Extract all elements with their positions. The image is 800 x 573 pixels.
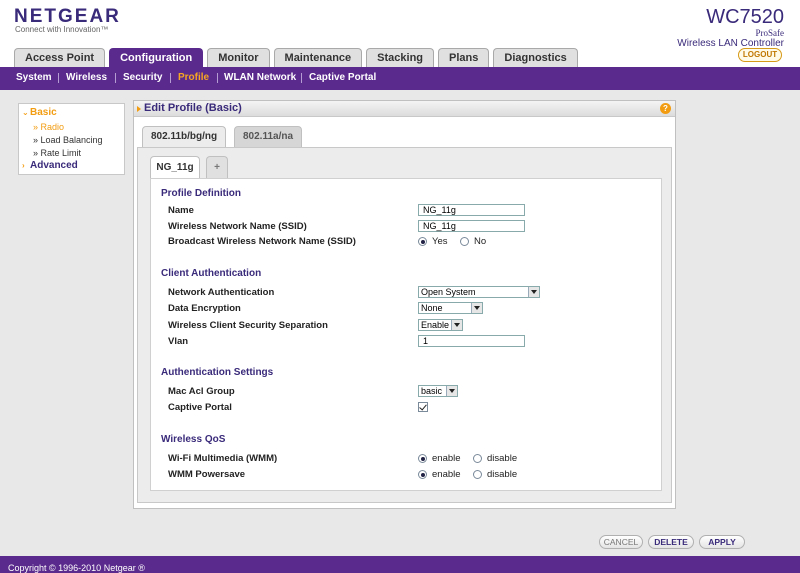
left-navigation: ⌄Basic » Radio » Load Balancing » Rate L… <box>18 103 125 175</box>
model-name: WC7520 <box>706 6 784 28</box>
section-wireless-qos: Wireless QoS <box>161 434 226 445</box>
subnav-captive-portal[interactable]: Captive Portal <box>309 72 376 83</box>
subnav-divider <box>170 73 171 83</box>
logo-tagline: Connect with Innovation™ <box>15 25 109 34</box>
network-auth-value: Open System <box>421 287 476 297</box>
tab-diagnostics[interactable]: Diagnostics <box>493 48 578 67</box>
captive-portal-label: Captive Portal <box>168 402 232 413</box>
panel-title-bar: Edit Profile (Basic) ? <box>134 101 675 117</box>
leftnav-advanced[interactable]: › Advanced <box>22 160 78 171</box>
tab-802-11a-na[interactable]: 802.11a/na <box>234 126 303 147</box>
tab-802-11b-bg-ng[interactable]: 802.11b/bg/ng <box>142 126 227 147</box>
leftnav-basic[interactable]: ⌄Basic <box>22 107 57 118</box>
tab-access-point[interactable]: Access Point <box>14 48 106 67</box>
subnav-divider <box>217 73 218 83</box>
wmm-enable-label: enable <box>432 453 461 464</box>
apply-button[interactable]: APPLY <box>699 535 745 549</box>
tab-plans[interactable]: Plans <box>438 48 490 67</box>
ssid-label: Wireless Network Name (SSID) <box>168 221 307 232</box>
chevron-down-icon <box>528 287 539 297</box>
section-client-authentication: Client Authentication <box>161 268 262 279</box>
subnav-system[interactable]: System <box>16 72 52 83</box>
wmm-powersave-disable-label: disable <box>487 469 518 480</box>
chevron-down-icon <box>451 320 462 330</box>
subnav-wireless[interactable]: Wireless <box>66 72 107 83</box>
bullet-icon: » <box>33 122 41 132</box>
cancel-button[interactable]: CANCEL <box>599 535 643 549</box>
chevron-down-icon: ⌄ <box>22 108 29 117</box>
captive-portal-checkbox[interactable] <box>418 402 428 412</box>
subnav-profile[interactable]: Profile <box>178 72 209 83</box>
broadcast-no-radio[interactable] <box>460 237 469 246</box>
name-label: Name <box>168 205 194 216</box>
product-line: ProSafe <box>755 28 785 38</box>
panel-title: Edit Profile (Basic) <box>137 102 242 114</box>
data-encryption-select[interactable]: None <box>418 302 483 314</box>
client-separation-value: Enable <box>421 320 450 330</box>
ssid-input[interactable]: NG_11g <box>418 220 525 232</box>
subnav-divider <box>301 73 302 83</box>
leftnav-radio[interactable]: » Radio <box>33 122 64 132</box>
delete-button[interactable]: DELETE <box>648 535 694 549</box>
client-separation-select[interactable]: Enable <box>418 319 463 331</box>
leftnav-rate-limit-label: Rate Limit <box>40 148 82 158</box>
vlan-input[interactable]: 1 <box>418 335 525 347</box>
chevron-down-icon <box>471 303 482 313</box>
leftnav-rate-limit[interactable]: » Rate Limit <box>33 148 81 158</box>
sub-navigation: System Wireless Security Profile WLAN Ne… <box>0 67 800 90</box>
tab-monitor[interactable]: Monitor <box>207 48 270 67</box>
leftnav-advanced-label: Advanced <box>30 160 78 171</box>
bullet-icon: » <box>33 135 41 145</box>
broadcast-no-label: No <box>474 236 487 247</box>
section-authentication-settings: Authentication Settings <box>161 367 274 378</box>
mac-acl-group-select[interactable]: basic <box>418 385 458 397</box>
vlan-label: Vlan <box>168 336 189 347</box>
mac-acl-group-label: Mac Acl Group <box>168 386 235 397</box>
wmm-disable-label: disable <box>487 453 518 464</box>
wmm-powersave-enable-label: enable <box>432 469 461 480</box>
network-auth-select[interactable]: Open System <box>418 286 540 298</box>
tab-stacking[interactable]: Stacking <box>366 48 435 67</box>
profile-form: Profile Definition Name NG_11g Wireless … <box>150 178 662 491</box>
broadcast-yes-label: Yes <box>432 236 448 247</box>
bullet-icon: » <box>33 148 41 158</box>
broadcast-ssid-label: Broadcast Wireless Network Name (SSID) <box>168 236 356 247</box>
subnav-wlan-network[interactable]: WLAN Network <box>224 72 296 83</box>
edit-profile-panel: Edit Profile (Basic) ? 802.11b/bg/ng 802… <box>133 100 676 509</box>
section-profile-definition: Profile Definition <box>161 188 241 199</box>
client-separation-label: Wireless Client Security Separation <box>168 320 328 331</box>
footer: Copyright © 1996-2010 Netgear ® <box>0 556 800 573</box>
leftnav-radio-label: Radio <box>40 122 65 132</box>
leftnav-load-balancing-label: Load Balancing <box>40 135 103 145</box>
leftnav-load-balancing[interactable]: » Load Balancing <box>33 135 103 145</box>
wmm-powersave-enable-radio[interactable] <box>418 470 427 479</box>
broadcast-yes-radio[interactable] <box>418 237 427 246</box>
copyright: Copyright © 1996-2010 Netgear ® <box>8 563 145 573</box>
leftnav-basic-label: Basic <box>30 107 57 118</box>
wmm-powersave-disable-radio[interactable] <box>473 470 482 479</box>
subnav-security[interactable]: Security <box>123 72 162 83</box>
data-encryption-label: Data Encryption <box>168 303 241 314</box>
subnav-divider <box>115 73 116 83</box>
tab-maintenance[interactable]: Maintenance <box>273 48 363 67</box>
chevron-down-icon <box>446 386 457 396</box>
logout-button[interactable]: LOGOUT <box>738 48 782 62</box>
wmm-disable-radio[interactable] <box>473 454 482 463</box>
wmm-powersave-label: WMM Powersave <box>168 469 246 480</box>
wmm-label: Wi-Fi Multimedia (WMM) <box>168 453 278 464</box>
mac-acl-group-value: basic <box>421 386 443 396</box>
name-input[interactable]: NG_11g <box>418 204 525 216</box>
wmm-enable-radio[interactable] <box>418 454 427 463</box>
main-tabs: Access Point Configuration Monitor Maint… <box>14 48 582 67</box>
tab-configuration[interactable]: Configuration <box>109 48 204 67</box>
help-icon[interactable]: ? <box>660 103 671 114</box>
add-profile-tab[interactable]: + <box>206 156 228 178</box>
chevron-right-icon: › <box>22 161 25 170</box>
network-auth-label: Network Authentication <box>168 287 275 298</box>
radio-settings-box: NG_11g + Profile Definition Name NG_11g … <box>137 147 672 503</box>
tab-profile-ng-11g[interactable]: NG_11g <box>150 156 200 178</box>
data-encryption-value: None <box>421 303 443 313</box>
subnav-divider <box>58 73 59 83</box>
